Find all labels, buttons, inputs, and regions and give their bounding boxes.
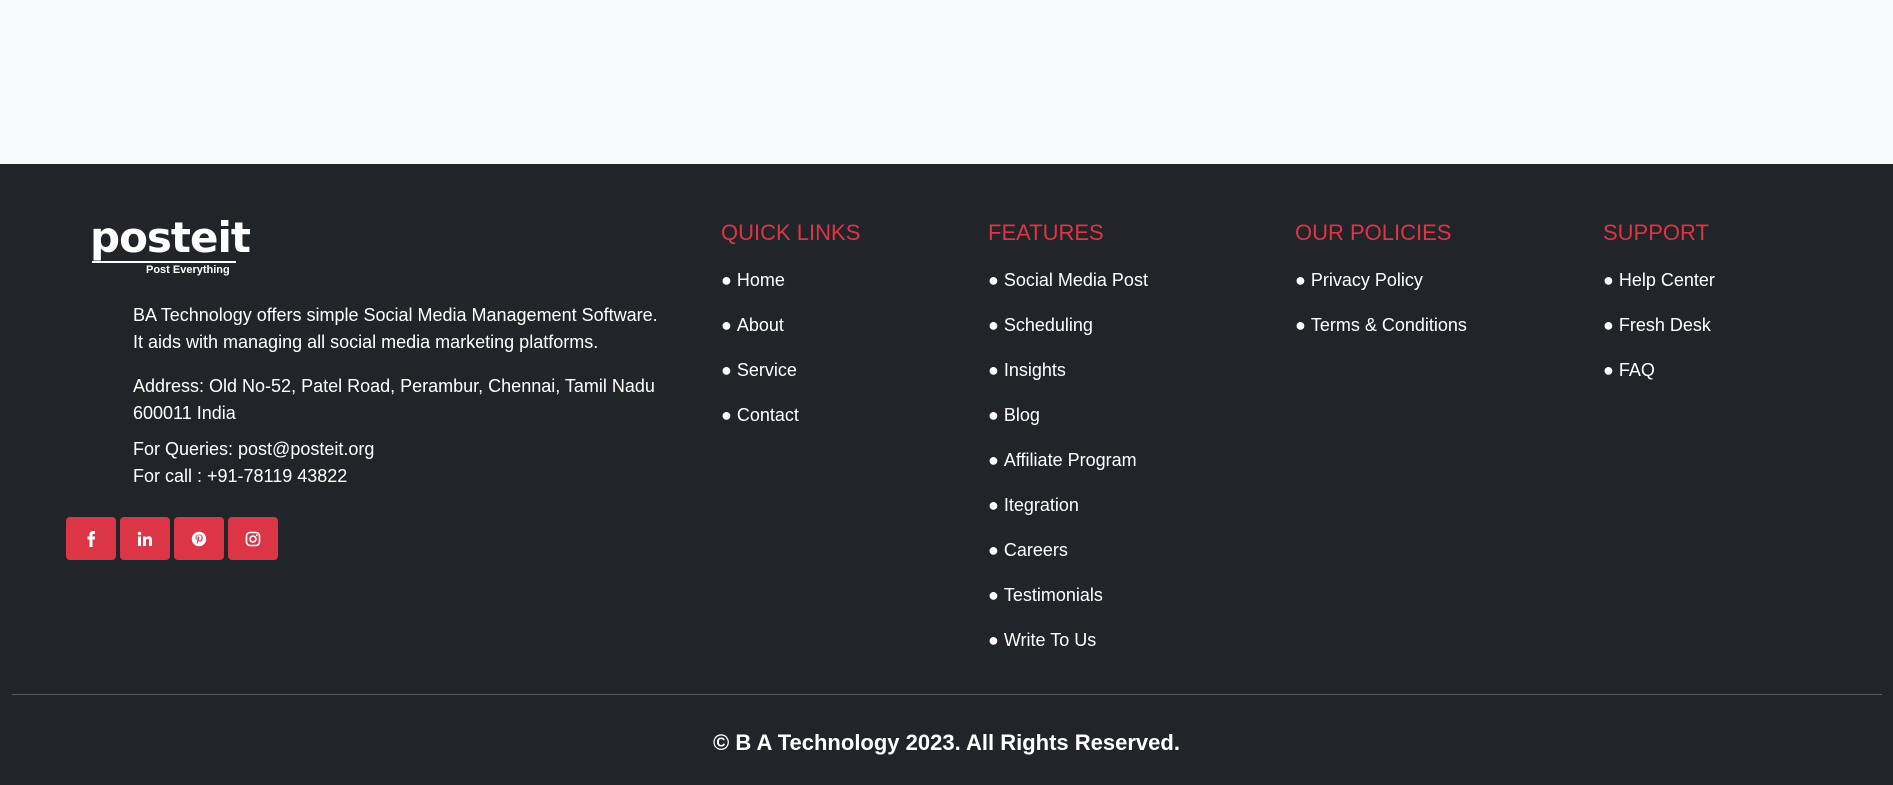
feature-link-label: Careers bbox=[1003, 540, 1068, 560]
feature-link-label: Affiliate Program bbox=[1003, 450, 1137, 470]
call-number: For call : +91-78119 43822 bbox=[133, 466, 348, 486]
policies-list: ● Privacy Policy ● Terms & Conditions bbox=[1295, 267, 1467, 357]
feature-link-scheduling[interactable]: ● Scheduling bbox=[988, 312, 1148, 357]
bullet-icon: ● bbox=[988, 270, 999, 290]
bullet-icon: ● bbox=[1603, 270, 1614, 290]
support-link-fresh-desk[interactable]: ● Fresh Desk bbox=[1603, 312, 1715, 357]
quick-link-label: Home bbox=[736, 270, 785, 290]
company-contact: For Queries: post@posteit.org For call :… bbox=[133, 436, 693, 490]
feature-link-label: Scheduling bbox=[1003, 315, 1093, 335]
social-links bbox=[66, 517, 278, 560]
facebook-button[interactable] bbox=[66, 517, 116, 560]
facebook-icon bbox=[87, 530, 96, 547]
linkedin-button[interactable] bbox=[120, 517, 170, 560]
quick-links-column: QUICK LINKS ● Home ● About ● Service ● Conta… bbox=[721, 220, 860, 447]
bullet-icon: ● bbox=[721, 405, 732, 425]
bullet-icon: ● bbox=[721, 360, 732, 380]
bullet-icon: ● bbox=[988, 360, 999, 380]
features-list: ● Social Media Post ● Scheduling ● Insights… bbox=[988, 267, 1148, 672]
policy-link-privacy[interactable]: ● Privacy Policy bbox=[1295, 267, 1467, 312]
bullet-icon: ● bbox=[988, 585, 999, 605]
bullet-icon: ● bbox=[1603, 360, 1614, 380]
quick-link-contact[interactable]: ● Contact bbox=[721, 402, 860, 447]
support-link-faq[interactable]: ● FAQ bbox=[1603, 357, 1715, 402]
feature-link-affiliate-program[interactable]: ● Affiliate Program bbox=[988, 447, 1148, 492]
policy-link-label: Privacy Policy bbox=[1310, 270, 1423, 290]
bullet-icon: ● bbox=[1603, 315, 1614, 335]
posteit-logo[interactable]: posteit Post Everything bbox=[90, 217, 251, 277]
feature-link-label: Testimonials bbox=[1003, 585, 1103, 605]
quick-link-about[interactable]: ● About bbox=[721, 312, 860, 357]
bullet-icon: ● bbox=[988, 630, 999, 650]
feature-link-integration[interactable]: ● Itegration bbox=[988, 492, 1148, 537]
support-link-label: FAQ bbox=[1618, 360, 1655, 380]
pinterest-icon bbox=[191, 531, 207, 546]
feature-link-testimonials[interactable]: ● Testimonials bbox=[988, 582, 1148, 627]
feature-link-label: Insights bbox=[1003, 360, 1066, 380]
feature-link-label: Blog bbox=[1003, 405, 1040, 425]
support-list: ● Help Center ● Fresh Desk ● FAQ bbox=[1603, 267, 1715, 402]
address-line-2: 600011 India bbox=[133, 403, 236, 423]
policies-title: OUR POLICIES bbox=[1295, 220, 1452, 245]
quick-link-home[interactable]: ● Home bbox=[721, 267, 860, 312]
feature-link-label: Write To Us bbox=[1003, 630, 1097, 650]
instagram-icon bbox=[245, 531, 261, 546]
instagram-button[interactable] bbox=[228, 517, 278, 560]
address-line-1: Address: Old No-52, Patel Road, Perambur… bbox=[133, 376, 655, 396]
copyright-text: © B A Technology 2023. All Rights Reserv… bbox=[713, 730, 1180, 755]
support-column: SUPPORT ● Help Center ● Fresh Desk ● FAQ bbox=[1603, 220, 1715, 402]
logo-tagline: Post Everything bbox=[146, 264, 230, 276]
feature-link-social-media-post[interactable]: ● Social Media Post bbox=[988, 267, 1148, 312]
quick-links-title: QUICK LINKS bbox=[721, 220, 861, 245]
support-title: SUPPORT bbox=[1603, 220, 1709, 245]
company-about: BA Technology offers simple Social Media… bbox=[133, 302, 693, 490]
bullet-icon: ● bbox=[988, 405, 999, 425]
bullet-icon: ● bbox=[721, 270, 732, 290]
support-link-label: Help Center bbox=[1618, 270, 1715, 290]
quick-link-label: Contact bbox=[736, 405, 799, 425]
pinterest-button[interactable] bbox=[174, 517, 224, 560]
features-column: FEATURES ● Social Media Post ● Scheduling … bbox=[988, 220, 1148, 672]
company-address: Address: Old No-52, Patel Road, Perambur… bbox=[133, 373, 693, 427]
site-footer: posteit Post Everything BA Technology of… bbox=[0, 164, 1893, 785]
bullet-icon: ● bbox=[1295, 270, 1306, 290]
page-top-area bbox=[0, 0, 1893, 164]
quick-link-label: Service bbox=[736, 360, 797, 380]
queries-email: For Queries: post@posteit.org bbox=[133, 439, 375, 459]
quick-link-label: About bbox=[736, 315, 784, 335]
description-line-1: BA Technology offers simple Social Media… bbox=[133, 305, 658, 325]
bullet-icon: ● bbox=[1295, 315, 1306, 335]
feature-link-label: Social Media Post bbox=[1003, 270, 1148, 290]
feature-link-write-to-us[interactable]: ● Write To Us bbox=[988, 627, 1148, 672]
quick-link-service[interactable]: ● Service bbox=[721, 357, 860, 402]
feature-link-insights[interactable]: ● Insights bbox=[988, 357, 1148, 402]
feature-link-blog[interactable]: ● Blog bbox=[988, 402, 1148, 447]
support-link-help-center[interactable]: ● Help Center bbox=[1603, 267, 1715, 312]
bullet-icon: ● bbox=[988, 495, 999, 515]
logo-underline bbox=[92, 261, 236, 263]
linkedin-icon bbox=[137, 531, 152, 546]
support-link-label: Fresh Desk bbox=[1618, 315, 1711, 335]
feature-link-label: Itegration bbox=[1003, 495, 1079, 515]
logo-wordmark: posteit bbox=[90, 213, 251, 262]
policy-link-terms[interactable]: ● Terms & Conditions bbox=[1295, 312, 1467, 357]
policies-column: OUR POLICIES ● Privacy Policy ● Terms & Co… bbox=[1295, 220, 1467, 357]
bullet-icon: ● bbox=[988, 540, 999, 560]
bullet-icon: ● bbox=[721, 315, 732, 335]
bullet-icon: ● bbox=[988, 450, 999, 470]
company-description: BA Technology offers simple Social Media… bbox=[133, 302, 693, 356]
footer-divider bbox=[12, 694, 1882, 695]
policy-link-label: Terms & Conditions bbox=[1310, 315, 1467, 335]
features-title: FEATURES bbox=[988, 220, 1104, 245]
quick-links-list: ● Home ● About ● Service ● Contact bbox=[721, 267, 860, 447]
description-line-2: It aids with managing all social media m… bbox=[133, 332, 599, 352]
feature-link-careers[interactable]: ● Careers bbox=[988, 537, 1148, 582]
bullet-icon: ● bbox=[988, 315, 999, 335]
